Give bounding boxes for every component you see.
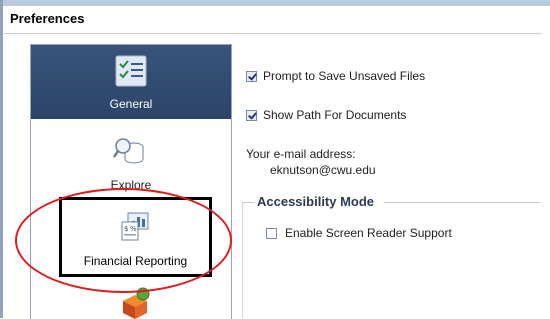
sidebar-item-financial-reporting[interactable]: $ % Financial Reporting [31, 197, 231, 279]
email-label: Your e-mail address: [246, 147, 356, 161]
cube-tools-icon [123, 287, 150, 319]
prompt-save-label: Prompt to Save Unsaved Files [263, 69, 426, 83]
section-divider [242, 202, 243, 318]
section-divider [242, 202, 254, 203]
financial-report-icon: $ % [121, 212, 149, 241]
checklist-icon [115, 55, 147, 87]
show-path-option[interactable]: Show Path For Documents [246, 108, 406, 122]
annotation-highlight-box: $ % Financial Reporting [59, 197, 212, 277]
window-left-border [0, 0, 3, 318]
title-divider [4, 33, 542, 34]
show-path-checkbox[interactable] [246, 109, 257, 121]
show-path-label: Show Path For Documents [263, 108, 407, 122]
sidebar-item-label: Explore [110, 178, 152, 192]
accessibility-heading: Accessibility Mode [257, 194, 375, 209]
svg-text:$: $ [124, 225, 128, 233]
sidebar-item-more[interactable] [31, 281, 231, 319]
sidebar-item-explore[interactable]: Explore [31, 125, 231, 195]
magnifier-database-icon [113, 138, 144, 164]
svg-text:%: % [130, 225, 137, 233]
prompt-save-checkbox[interactable] [246, 70, 257, 82]
screen-reader-option[interactable]: Enable Screen Reader Support [266, 226, 452, 240]
sidebar-item-general[interactable]: General [31, 45, 231, 119]
sidebar-item-label: General [109, 97, 153, 111]
dialog-title: Preferences [10, 11, 85, 26]
prompt-save-option[interactable]: Prompt to Save Unsaved Files [246, 69, 425, 83]
screen-reader-checkbox[interactable] [266, 227, 277, 239]
preferences-sidebar[interactable]: General Explore $ % Financial Reporting [30, 44, 232, 319]
screen-reader-label: Enable Screen Reader Support [285, 226, 452, 240]
section-divider [384, 202, 540, 203]
email-value: eknutson@cwu.edu [270, 163, 376, 177]
window-top-border [0, 0, 550, 6]
sidebar-item-label: Financial Reporting [83, 254, 188, 268]
